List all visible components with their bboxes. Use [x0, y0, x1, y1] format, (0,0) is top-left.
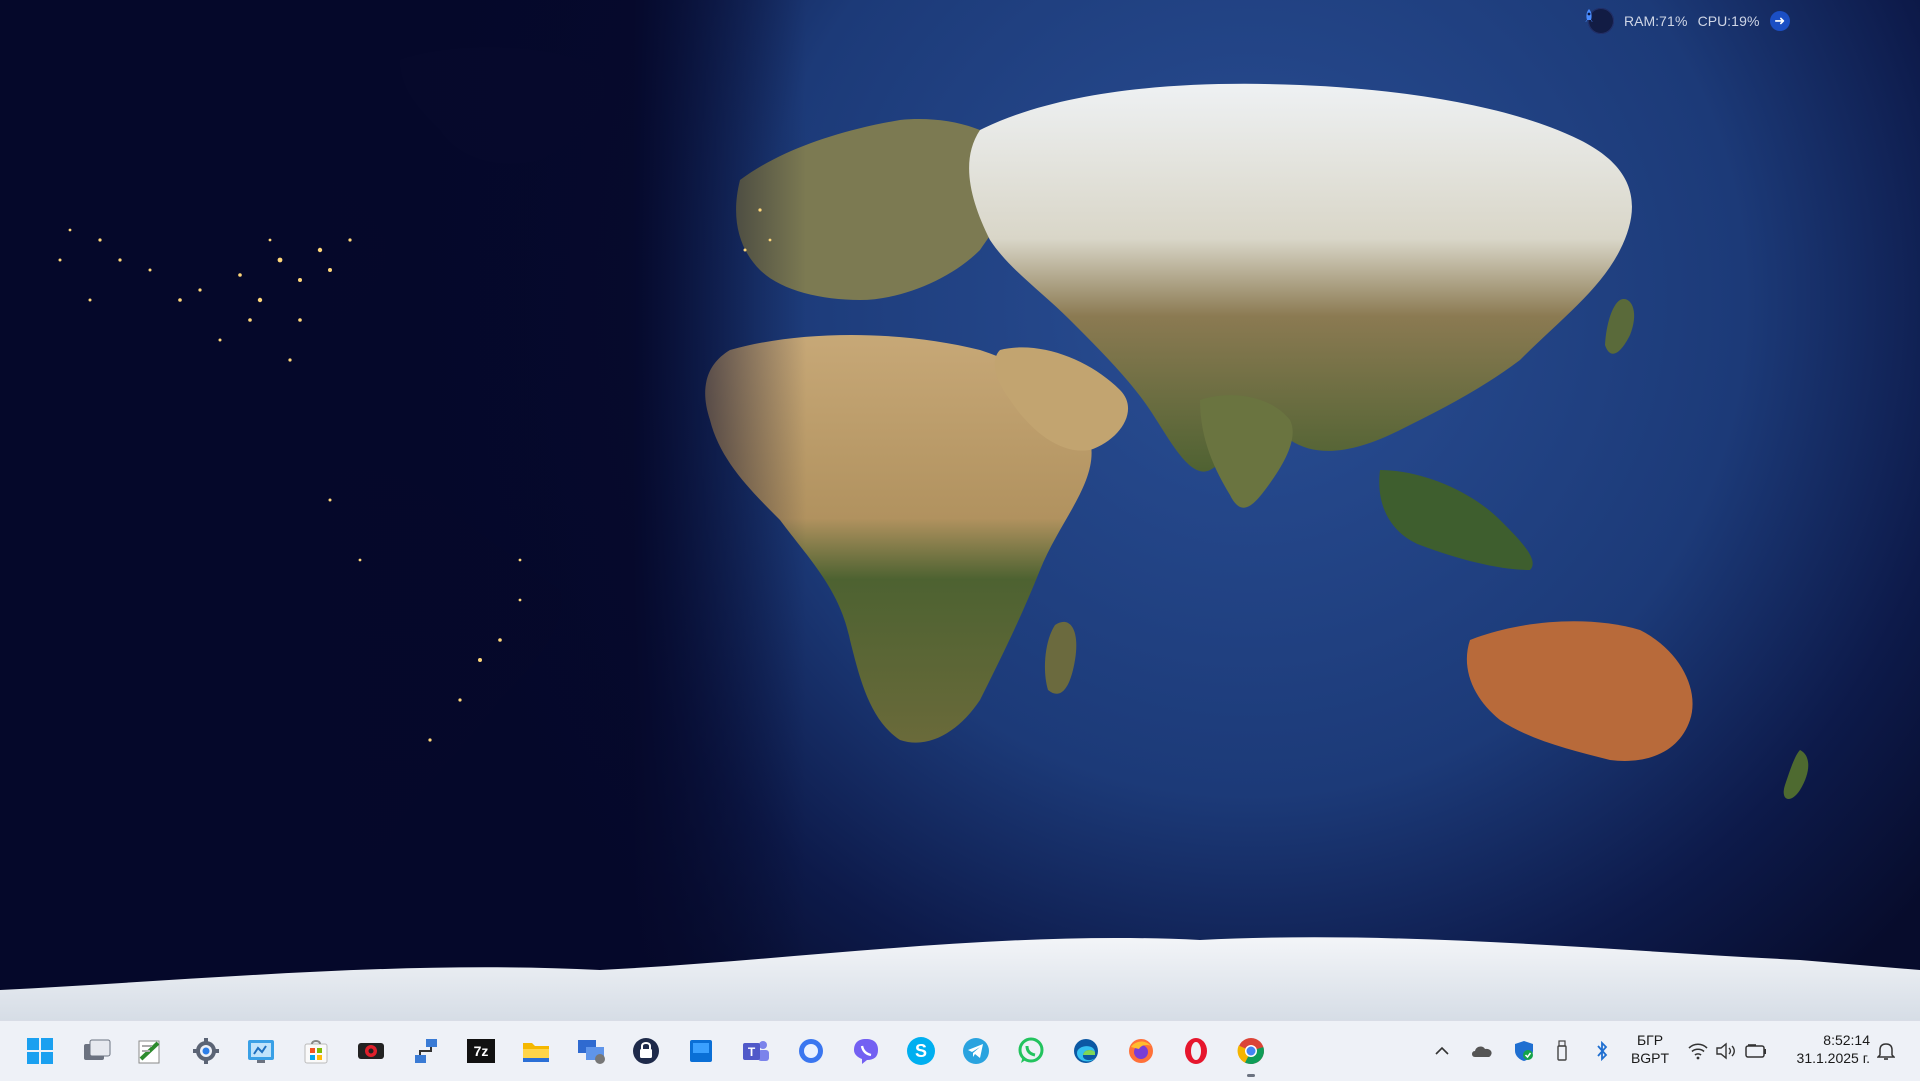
app-whatsapp[interactable]	[1011, 1031, 1051, 1071]
blue-window-icon	[690, 1040, 712, 1062]
svg-text:T: T	[748, 1045, 756, 1059]
telegram-icon	[963, 1038, 989, 1064]
resource-monitor-widget: RAM:71% CPU:19% ➜	[1582, 8, 1818, 34]
running-indicator	[1247, 1074, 1255, 1077]
notifications-button[interactable]	[1872, 1037, 1900, 1065]
speaker-icon	[1716, 1042, 1735, 1060]
app-signal[interactable]	[791, 1031, 831, 1071]
show-hidden-icons-button[interactable]	[1428, 1037, 1456, 1065]
7zip-icon: 7z	[467, 1039, 495, 1063]
app-viber[interactable]	[846, 1031, 886, 1071]
app-settings[interactable]	[186, 1031, 226, 1071]
windows-security-button[interactable]	[1510, 1037, 1538, 1065]
teams-icon: T	[743, 1041, 769, 1061]
usb-drive-icon	[1557, 1040, 1567, 1061]
firefox-icon	[1129, 1039, 1153, 1063]
cloud-icon	[1472, 1046, 1492, 1057]
app-screen-recorder[interactable]	[351, 1031, 391, 1071]
7zip-label: 7z	[473, 1043, 489, 1059]
folder-icon	[523, 1043, 549, 1062]
bluetooth-button[interactable]	[1588, 1037, 1616, 1065]
language-short: БГР	[1636, 1032, 1664, 1048]
network-icon	[415, 1039, 437, 1063]
clock[interactable]: 8:52:14 31.1.2025 г.	[1778, 1031, 1870, 1067]
world-map-wallpaper	[0, 0, 1920, 1020]
chevron-up-icon	[1435, 1046, 1449, 1055]
skype-label: S	[914, 1040, 927, 1061]
edge-icon	[1074, 1039, 1098, 1063]
battery-charging-icon	[1745, 1044, 1766, 1058]
app-blue-app[interactable]	[681, 1031, 721, 1071]
chat-bubble-icon	[799, 1039, 823, 1063]
wifi-icon	[1688, 1043, 1708, 1060]
whatsapp-icon	[1018, 1037, 1044, 1063]
gear-icon	[193, 1038, 219, 1064]
remote-desktop-icon	[578, 1040, 605, 1064]
app-skype[interactable]: S	[901, 1031, 941, 1071]
shield-icon	[1515, 1041, 1533, 1061]
app-microsoft-store[interactable]	[296, 1031, 336, 1071]
battery-button[interactable]	[1742, 1037, 1770, 1065]
clock-time: 8:52:14	[1823, 1032, 1870, 1048]
lock-icon	[633, 1038, 659, 1064]
app-network[interactable]	[406, 1031, 446, 1071]
rocket-icon[interactable]	[1585, 8, 1614, 34]
chrome-icon	[1237, 1038, 1264, 1065]
bluetooth-icon	[1597, 1041, 1608, 1061]
start-button[interactable]	[20, 1031, 60, 1071]
app-firefox[interactable]	[1121, 1031, 1161, 1071]
ram-usage: RAM:71%	[1624, 13, 1688, 29]
language-layout: BGPT	[1630, 1050, 1670, 1066]
onedrive-button[interactable]	[1468, 1037, 1496, 1065]
opera-icon	[1185, 1038, 1207, 1064]
clock-date: 31.1.2025 г.	[1796, 1050, 1870, 1066]
store-icon	[304, 1040, 328, 1064]
app-teams[interactable]: T	[736, 1031, 776, 1071]
task-view-icon	[84, 1039, 111, 1060]
usb-device-button[interactable]	[1548, 1037, 1576, 1065]
app-opera[interactable]	[1176, 1031, 1216, 1071]
cpu-label: CPU:	[1697, 13, 1732, 29]
app-control-panel[interactable]	[241, 1031, 281, 1071]
app-chrome[interactable]	[1231, 1031, 1271, 1077]
app-telegram[interactable]	[956, 1031, 996, 1071]
app-remote-desktop[interactable]	[571, 1031, 611, 1071]
bell-icon	[1877, 1043, 1895, 1060]
viber-icon	[854, 1039, 878, 1064]
app-vpn-lock[interactable]	[626, 1031, 666, 1071]
task-view-button[interactable]	[77, 1031, 117, 1071]
skype-icon: S	[907, 1037, 935, 1065]
arrow-right-icon[interactable]: ➜	[1769, 11, 1790, 31]
input-language-indicator[interactable]: БГР BGPT	[1620, 1031, 1680, 1067]
app-notepad[interactable]	[130, 1031, 170, 1071]
cpu-usage: CPU:19%	[1698, 13, 1760, 29]
wifi-button[interactable]	[1684, 1037, 1712, 1065]
taskbar: 7z T S БГР BGPT 8:52:14 31.1.2025 г.	[0, 1020, 1920, 1081]
ram-value: 71%	[1659, 13, 1688, 29]
desktop-wallpaper: RAM:71% CPU:19% ➜	[0, 0, 1920, 1020]
cpu-value: 19%	[1731, 13, 1760, 29]
ram-label: RAM:	[1624, 13, 1659, 29]
windows-logo-icon	[27, 1038, 53, 1064]
notepad-icon	[138, 1040, 160, 1064]
record-icon	[358, 1043, 384, 1059]
app-edge[interactable]	[1066, 1031, 1106, 1071]
volume-button[interactable]	[1712, 1037, 1740, 1065]
app-7zip[interactable]: 7z	[461, 1031, 501, 1071]
control-panel-icon	[248, 1040, 274, 1063]
app-file-explorer[interactable]	[516, 1031, 556, 1071]
